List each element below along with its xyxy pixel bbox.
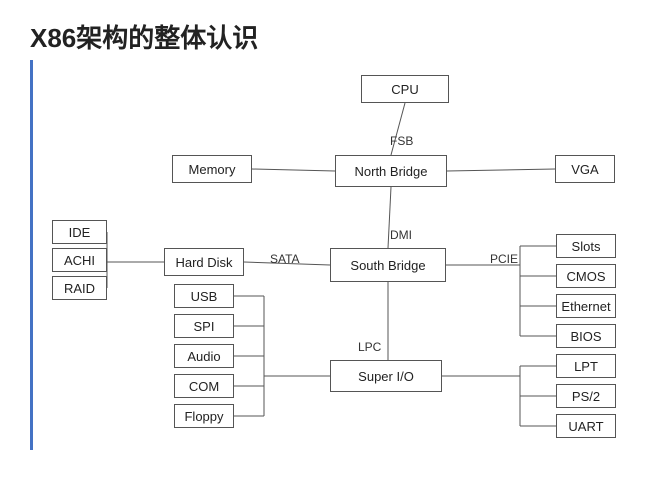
superIO-box: Super I/O [330,360,442,392]
floppy-box: Floppy [174,404,234,428]
bios-box: BIOS [556,324,616,348]
raid-box: RAID [52,276,107,300]
uart-box: UART [556,414,616,438]
slots-box: Slots [556,234,616,258]
lpt-box: LPT [556,354,616,378]
usb-box: USB [174,284,234,308]
vga-box: VGA [555,155,615,183]
com-box: COM [174,374,234,398]
spi-box: SPI [174,314,234,338]
cmos-box: CMOS [556,264,616,288]
southBridge-box: South Bridge [330,248,446,282]
lpc-label: LPC [358,340,381,354]
dmi-label: DMI [390,228,412,242]
ide-box: IDE [52,220,107,244]
ethernet-box: Ethernet [556,294,616,318]
ps2-box: PS/2 [556,384,616,408]
audio-box: Audio [174,344,234,368]
title-accent-bar [30,60,33,450]
pcie-label: PCIE [490,252,518,266]
northBridge-box: North Bridge [335,155,447,187]
sata-label: SATA [270,252,300,266]
hardDisk-box: Hard Disk [164,248,244,276]
memory-box: Memory [172,155,252,183]
cpu-box: CPU [361,75,449,103]
achi-box: ACHI [52,248,107,272]
page-title: X86架构的整体认识 [30,18,258,55]
fsb-label: FSB [390,134,413,148]
